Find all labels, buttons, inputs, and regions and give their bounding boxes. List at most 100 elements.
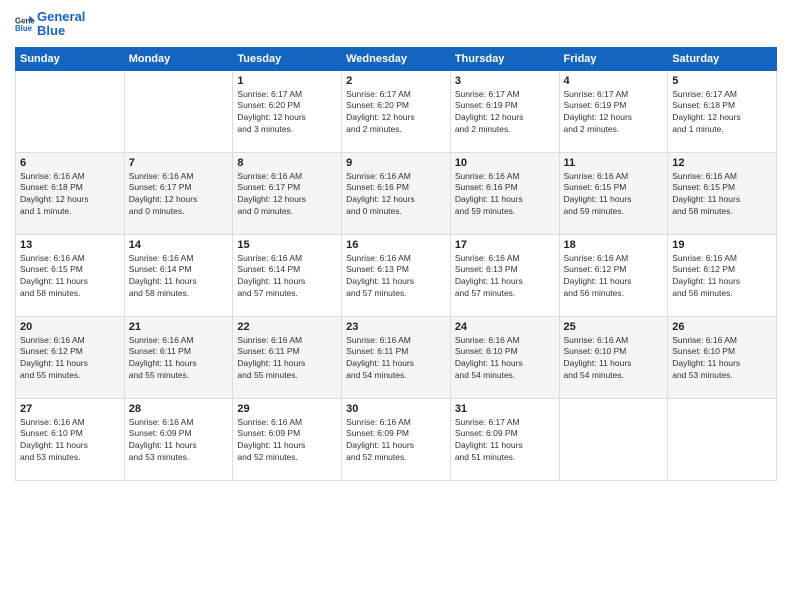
weekday-header: Wednesday: [342, 47, 451, 70]
day-info: Sunrise: 6:16 AM Sunset: 6:13 PM Dayligh…: [346, 253, 446, 301]
day-info: Sunrise: 6:16 AM Sunset: 6:12 PM Dayligh…: [672, 253, 772, 301]
weekday-header: Thursday: [450, 47, 559, 70]
calendar-cell: [559, 398, 668, 480]
day-number: 12: [672, 157, 772, 169]
day-number: 10: [455, 157, 555, 169]
weekday-header: Friday: [559, 47, 668, 70]
day-info: Sunrise: 6:16 AM Sunset: 6:13 PM Dayligh…: [455, 253, 555, 301]
calendar-week-row: 27 Sunrise: 6:16 AM Sunset: 6:10 PM Dayli…: [16, 398, 777, 480]
day-info: Sunrise: 6:16 AM Sunset: 6:11 PM Dayligh…: [129, 335, 229, 383]
calendar-cell: 10 Sunrise: 6:16 AM Sunset: 6:16 PM Dayli…: [450, 152, 559, 234]
calendar-cell: 2 Sunrise: 6:17 AM Sunset: 6:20 PM Daylig…: [342, 70, 451, 152]
calendar-cell: 25Sunrise: 6:16 AM Sunset: 6:10 PM Dayli…: [559, 316, 668, 398]
calendar-cell: 28 Sunrise: 6:16 AM Sunset: 6:09 PM Dayli…: [124, 398, 233, 480]
calendar-cell: 19 Sunrise: 6:16 AM Sunset: 6:12 PM Dayli…: [668, 234, 777, 316]
logo-line2: Blue: [37, 24, 85, 38]
calendar-week-row: 6 Sunrise: 6:16 AM Sunset: 6:18 PM Daylig…: [16, 152, 777, 234]
day-info: Sunrise: 6:17 AM Sunset: 6:20 PM Dayligh…: [237, 89, 337, 137]
day-number: 15: [237, 239, 337, 251]
day-info: Sunrise: 6:16 AM Sunset: 6:16 PM Dayligh…: [346, 171, 446, 219]
day-info: Sunrise: 6:16 AM Sunset: 6:10 PM Dayligh…: [564, 335, 664, 383]
weekday-header: Sunday: [16, 47, 125, 70]
day-number: 1: [237, 75, 337, 87]
day-number: 4: [564, 75, 664, 87]
day-number: 20: [20, 321, 120, 333]
day-info: Sunrise: 6:17 AM Sunset: 6:20 PM Dayligh…: [346, 89, 446, 137]
day-info: Sunrise: 6:16 AM Sunset: 6:12 PM Dayligh…: [564, 253, 664, 301]
day-info: Sunrise: 6:16 AM Sunset: 6:11 PM Dayligh…: [237, 335, 337, 383]
day-number: 17: [455, 239, 555, 251]
day-info: Sunrise: 6:16 AM Sunset: 6:18 PM Dayligh…: [20, 171, 120, 219]
day-number: 28: [129, 403, 229, 415]
day-info: Sunrise: 6:17 AM Sunset: 6:09 PM Dayligh…: [455, 417, 555, 465]
day-info: Sunrise: 6:16 AM Sunset: 6:11 PM Dayligh…: [346, 335, 446, 383]
calendar-week-row: 20 Sunrise: 6:16 AM Sunset: 6:12 PM Dayli…: [16, 316, 777, 398]
calendar-cell: 30 Sunrise: 6:16 AM Sunset: 6:09 PM Dayli…: [342, 398, 451, 480]
day-info: Sunrise: 6:16 AM Sunset: 6:15 PM Dayligh…: [20, 253, 120, 301]
calendar-cell: [16, 70, 125, 152]
calendar-cell: 7 Sunrise: 6:16 AM Sunset: 6:17 PM Daylig…: [124, 152, 233, 234]
calendar-table: SundayMondayTuesdayWednesdayThursdayFrid…: [15, 47, 777, 481]
calendar-cell: 3 Sunrise: 6:17 AM Sunset: 6:19 PM Daylig…: [450, 70, 559, 152]
day-info: Sunrise: 6:16 AM Sunset: 6:16 PM Dayligh…: [455, 171, 555, 219]
calendar-cell: 16 Sunrise: 6:16 AM Sunset: 6:13 PM Dayli…: [342, 234, 451, 316]
day-number: 31: [455, 403, 555, 415]
day-number: 24: [455, 321, 555, 333]
day-number: 19: [672, 239, 772, 251]
day-number: 18: [564, 239, 664, 251]
day-number: 13: [20, 239, 120, 251]
day-number: 9: [346, 157, 446, 169]
day-number: 14: [129, 239, 229, 251]
day-number: 21: [129, 321, 229, 333]
day-info: Sunrise: 6:16 AM Sunset: 6:15 PM Dayligh…: [672, 171, 772, 219]
day-number: 2: [346, 75, 446, 87]
day-number: 29: [237, 403, 337, 415]
day-number: 16: [346, 239, 446, 251]
calendar-cell: 14Sunrise: 6:16 AM Sunset: 6:14 PM Dayli…: [124, 234, 233, 316]
calendar-cell: 18 Sunrise: 6:16 AM Sunset: 6:12 PM Dayli…: [559, 234, 668, 316]
day-info: Sunrise: 6:16 AM Sunset: 6:09 PM Dayligh…: [129, 417, 229, 465]
day-info: Sunrise: 6:17 AM Sunset: 6:19 PM Dayligh…: [564, 89, 664, 137]
day-info: Sunrise: 6:17 AM Sunset: 6:19 PM Dayligh…: [455, 89, 555, 137]
calendar-cell: 24Sunrise: 6:16 AM Sunset: 6:10 PM Dayli…: [450, 316, 559, 398]
day-info: Sunrise: 6:16 AM Sunset: 6:17 PM Dayligh…: [129, 171, 229, 219]
day-info: Sunrise: 6:16 AM Sunset: 6:12 PM Dayligh…: [20, 335, 120, 383]
calendar-header-row: SundayMondayTuesdayWednesdayThursdayFrid…: [16, 47, 777, 70]
day-number: 30: [346, 403, 446, 415]
day-number: 3: [455, 75, 555, 87]
day-info: Sunrise: 6:17 AM Sunset: 6:18 PM Dayligh…: [672, 89, 772, 137]
calendar-cell: 13 Sunrise: 6:16 AM Sunset: 6:15 PM Dayli…: [16, 234, 125, 316]
calendar-cell: 22Sunrise: 6:16 AM Sunset: 6:11 PM Dayli…: [233, 316, 342, 398]
calendar-cell: 4 Sunrise: 6:17 AM Sunset: 6:19 PM Daylig…: [559, 70, 668, 152]
calendar-cell: [124, 70, 233, 152]
day-number: 11: [564, 157, 664, 169]
day-number: 7: [129, 157, 229, 169]
calendar-cell: 29 Sunrise: 6:16 AM Sunset: 6:09 PM Dayli…: [233, 398, 342, 480]
day-number: 27: [20, 403, 120, 415]
calendar-cell: 20 Sunrise: 6:16 AM Sunset: 6:12 PM Dayli…: [16, 316, 125, 398]
day-info: Sunrise: 6:16 AM Sunset: 6:10 PM Dayligh…: [672, 335, 772, 383]
header: General Blue General Blue: [15, 10, 777, 39]
calendar-cell: 17 Sunrise: 6:16 AM Sunset: 6:13 PM Dayli…: [450, 234, 559, 316]
page: General Blue General Blue SundayMondayTu…: [0, 0, 792, 612]
calendar-week-row: 13 Sunrise: 6:16 AM Sunset: 6:15 PM Dayli…: [16, 234, 777, 316]
calendar-cell: 27 Sunrise: 6:16 AM Sunset: 6:10 PM Dayli…: [16, 398, 125, 480]
calendar-cell: 12 Sunrise: 6:16 AM Sunset: 6:15 PM Dayli…: [668, 152, 777, 234]
weekday-header: Saturday: [668, 47, 777, 70]
weekday-header: Monday: [124, 47, 233, 70]
svg-text:Blue: Blue: [15, 24, 33, 33]
calendar-cell: 15Sunrise: 6:16 AM Sunset: 6:14 PM Dayli…: [233, 234, 342, 316]
day-info: Sunrise: 6:16 AM Sunset: 6:09 PM Dayligh…: [346, 417, 446, 465]
day-info: Sunrise: 6:16 AM Sunset: 6:09 PM Dayligh…: [237, 417, 337, 465]
day-info: Sunrise: 6:16 AM Sunset: 6:15 PM Dayligh…: [564, 171, 664, 219]
day-number: 5: [672, 75, 772, 87]
logo-line1: General: [37, 10, 85, 24]
day-number: 23: [346, 321, 446, 333]
calendar-cell: 9 Sunrise: 6:16 AM Sunset: 6:16 PM Daylig…: [342, 152, 451, 234]
calendar-cell: [668, 398, 777, 480]
day-number: 6: [20, 157, 120, 169]
calendar-week-row: 1 Sunrise: 6:17 AM Sunset: 6:20 PM Daylig…: [16, 70, 777, 152]
day-number: 26: [672, 321, 772, 333]
logo: General Blue General Blue: [15, 10, 85, 39]
day-info: Sunrise: 6:16 AM Sunset: 6:10 PM Dayligh…: [20, 417, 120, 465]
